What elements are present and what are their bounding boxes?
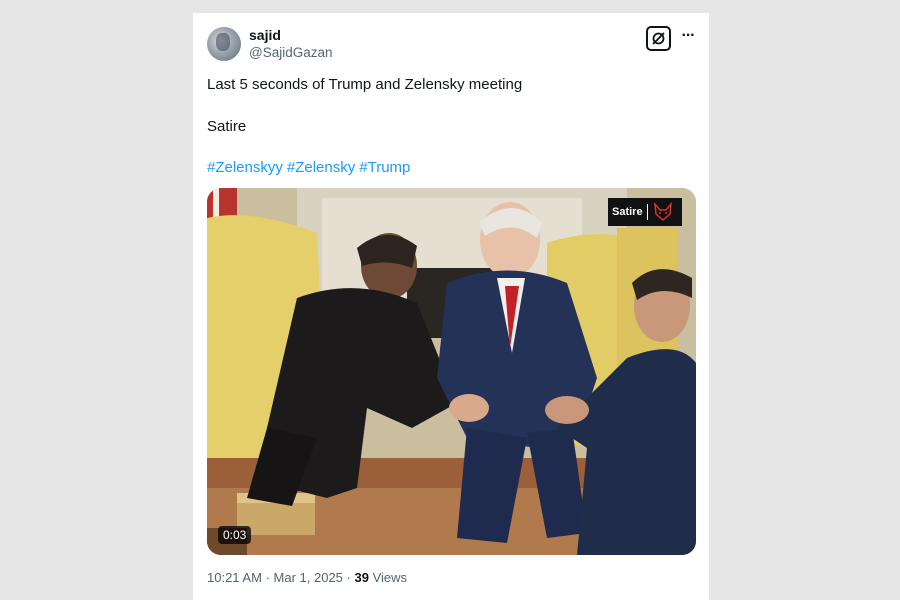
grok-icon	[652, 32, 665, 45]
author-name[interactable]: sajid	[249, 27, 281, 43]
post-time[interactable]: 10:21 AM	[207, 570, 262, 585]
author-handle[interactable]: @SajidGazan	[249, 45, 333, 60]
more-options-button[interactable]: ···	[679, 27, 697, 48]
tweet-card: sajid @SajidGazan ··· Last 5 seconds of …	[193, 13, 709, 600]
tweet-text-line-2: Satire	[207, 118, 247, 135]
views-count: 39	[354, 570, 369, 585]
grok-button[interactable]	[646, 26, 671, 51]
hashtags: #Zelenskyy #Zelensky #Trump	[207, 159, 414, 176]
meta-separator: ·	[346, 570, 351, 585]
post-date[interactable]: Mar 1, 2025	[274, 570, 343, 585]
meta-separator: ·	[265, 570, 270, 585]
hashtag-link[interactable]: #Trump	[359, 159, 410, 176]
satire-watermark: Satire	[608, 198, 682, 226]
views-label: Views	[372, 570, 408, 585]
hashtag-link[interactable]: #Zelensky	[287, 159, 355, 176]
post-meta: 10:21 AM · Mar 1, 2025 · 39 Views	[207, 570, 407, 585]
more-dots-icon: ···	[681, 27, 696, 44]
watermark-divider	[646, 204, 648, 220]
hashtag-link[interactable]: #Zelenskyy	[207, 159, 283, 176]
fox-logo-icon	[653, 202, 672, 221]
watermark-text: Satire	[612, 206, 643, 218]
avatar[interactable]	[207, 27, 241, 61]
video-duration: 0:03	[218, 526, 252, 544]
video-frame	[207, 188, 696, 555]
video-player[interactable]: Satire 0:03	[207, 188, 696, 555]
tweet-text-line-1: Last 5 seconds of Trump and Zelensky mee…	[207, 76, 523, 93]
